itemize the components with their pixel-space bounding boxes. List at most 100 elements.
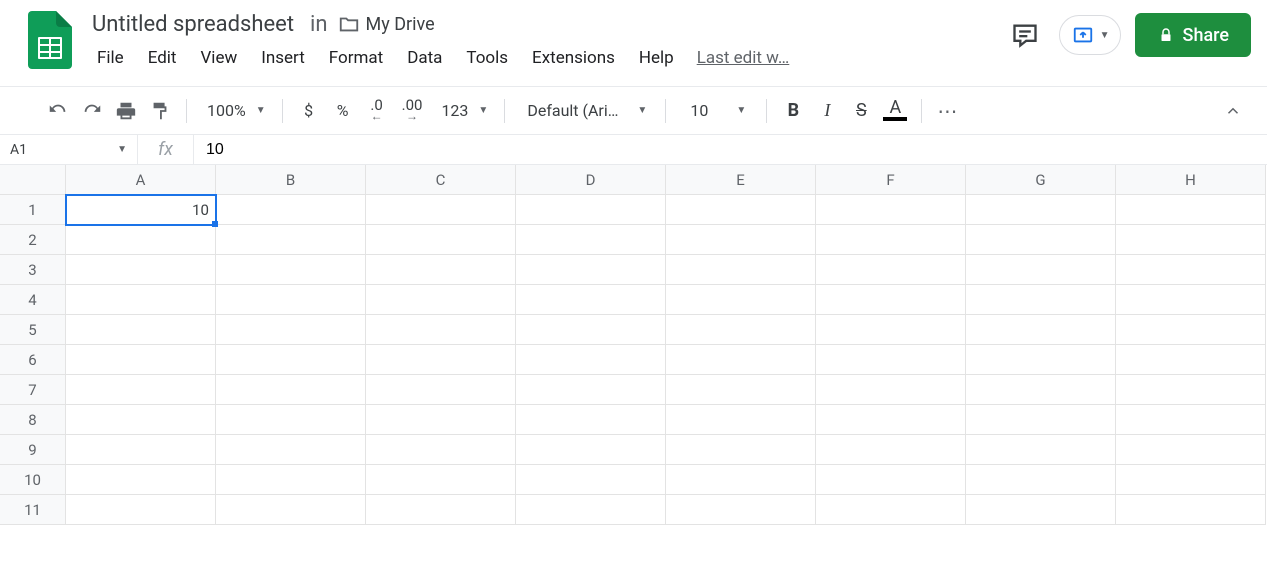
cell-G9[interactable]	[966, 435, 1116, 465]
cell-G6[interactable]	[966, 345, 1116, 375]
cell-B1[interactable]	[216, 195, 366, 225]
menu-extensions[interactable]: Extensions	[521, 44, 626, 72]
cell-D2[interactable]	[516, 225, 666, 255]
doc-title[interactable]: Untitled spreadsheet	[86, 10, 300, 39]
cell-B11[interactable]	[216, 495, 366, 525]
row-header-1[interactable]: 1	[0, 195, 66, 225]
collapse-toolbar-button[interactable]	[1217, 95, 1249, 127]
last-edit-link[interactable]: Last edit w…	[697, 48, 790, 68]
cell-B4[interactable]	[216, 285, 366, 315]
formula-input[interactable]	[194, 135, 1267, 164]
cell-C5[interactable]	[366, 315, 516, 345]
cell-B9[interactable]	[216, 435, 366, 465]
cell-B5[interactable]	[216, 315, 366, 345]
row-header-5[interactable]: 5	[0, 315, 66, 345]
row-header-4[interactable]: 4	[0, 285, 66, 315]
cell-C4[interactable]	[366, 285, 516, 315]
cell-E2[interactable]	[666, 225, 816, 255]
cell-F10[interactable]	[816, 465, 966, 495]
menu-tools[interactable]: Tools	[455, 44, 519, 72]
cell-H1[interactable]	[1116, 195, 1266, 225]
cell-H4[interactable]	[1116, 285, 1266, 315]
bold-button[interactable]: B	[777, 95, 809, 127]
more-button[interactable]: ⋯	[932, 95, 964, 127]
cell-D8[interactable]	[516, 405, 666, 435]
cell-G7[interactable]	[966, 375, 1116, 405]
cell-H11[interactable]	[1116, 495, 1266, 525]
cell-D11[interactable]	[516, 495, 666, 525]
cell-E1[interactable]	[666, 195, 816, 225]
cell-D1[interactable]	[516, 195, 666, 225]
cell-B3[interactable]	[216, 255, 366, 285]
column-header-D[interactable]: D	[516, 165, 666, 195]
currency-button[interactable]: $	[293, 95, 325, 127]
decrease-decimal-button[interactable]: .0 ←	[361, 95, 393, 127]
cell-C9[interactable]	[366, 435, 516, 465]
cell-A5[interactable]	[66, 315, 216, 345]
cell-F5[interactable]	[816, 315, 966, 345]
row-header-10[interactable]: 10	[0, 465, 66, 495]
cell-F1[interactable]	[816, 195, 966, 225]
cell-A4[interactable]	[66, 285, 216, 315]
cell-A11[interactable]	[66, 495, 216, 525]
column-header-G[interactable]: G	[966, 165, 1116, 195]
cell-D5[interactable]	[516, 315, 666, 345]
row-header-11[interactable]: 11	[0, 495, 66, 525]
menu-file[interactable]: File	[86, 44, 135, 72]
cell-G10[interactable]	[966, 465, 1116, 495]
select-all-corner[interactable]	[0, 165, 66, 195]
row-header-2[interactable]: 2	[0, 225, 66, 255]
paint-format-button[interactable]	[144, 95, 176, 127]
row-header-8[interactable]: 8	[0, 405, 66, 435]
cell-D6[interactable]	[516, 345, 666, 375]
cell-H3[interactable]	[1116, 255, 1266, 285]
column-header-C[interactable]: C	[366, 165, 516, 195]
cell-H7[interactable]	[1116, 375, 1266, 405]
sheets-logo[interactable]	[26, 8, 74, 72]
cell-E8[interactable]	[666, 405, 816, 435]
print-button[interactable]	[110, 95, 142, 127]
cell-A3[interactable]	[66, 255, 216, 285]
cell-C1[interactable]	[366, 195, 516, 225]
cell-F2[interactable]	[816, 225, 966, 255]
cell-B10[interactable]	[216, 465, 366, 495]
cell-F11[interactable]	[816, 495, 966, 525]
cell-E10[interactable]	[666, 465, 816, 495]
row-header-9[interactable]: 9	[0, 435, 66, 465]
cell-D7[interactable]	[516, 375, 666, 405]
italic-button[interactable]: I	[811, 95, 843, 127]
cell-A1[interactable]: 10	[66, 195, 216, 225]
folder-chip[interactable]: My Drive	[338, 13, 435, 35]
cell-G3[interactable]	[966, 255, 1116, 285]
percent-button[interactable]: %	[327, 95, 359, 127]
row-header-7[interactable]: 7	[0, 375, 66, 405]
name-box[interactable]: A1 ▼	[0, 135, 138, 164]
cell-F4[interactable]	[816, 285, 966, 315]
cell-C10[interactable]	[366, 465, 516, 495]
cell-B6[interactable]	[216, 345, 366, 375]
cell-A9[interactable]	[66, 435, 216, 465]
undo-button[interactable]	[42, 95, 74, 127]
cell-E11[interactable]	[666, 495, 816, 525]
cell-B2[interactable]	[216, 225, 366, 255]
column-header-E[interactable]: E	[666, 165, 816, 195]
cell-C6[interactable]	[366, 345, 516, 375]
row-header-6[interactable]: 6	[0, 345, 66, 375]
menu-format[interactable]: Format	[318, 44, 394, 72]
cell-C8[interactable]	[366, 405, 516, 435]
cell-D10[interactable]	[516, 465, 666, 495]
present-button[interactable]: ▼	[1059, 15, 1121, 55]
cell-F7[interactable]	[816, 375, 966, 405]
number-format-dropdown[interactable]: 123 ▼	[431, 101, 494, 120]
cell-F3[interactable]	[816, 255, 966, 285]
cell-E6[interactable]	[666, 345, 816, 375]
row-header-3[interactable]: 3	[0, 255, 66, 285]
cell-G11[interactable]	[966, 495, 1116, 525]
cell-E7[interactable]	[666, 375, 816, 405]
menu-view[interactable]: View	[189, 44, 248, 72]
cell-H2[interactable]	[1116, 225, 1266, 255]
cell-C3[interactable]	[366, 255, 516, 285]
cell-G2[interactable]	[966, 225, 1116, 255]
cell-H10[interactable]	[1116, 465, 1266, 495]
cell-E9[interactable]	[666, 435, 816, 465]
